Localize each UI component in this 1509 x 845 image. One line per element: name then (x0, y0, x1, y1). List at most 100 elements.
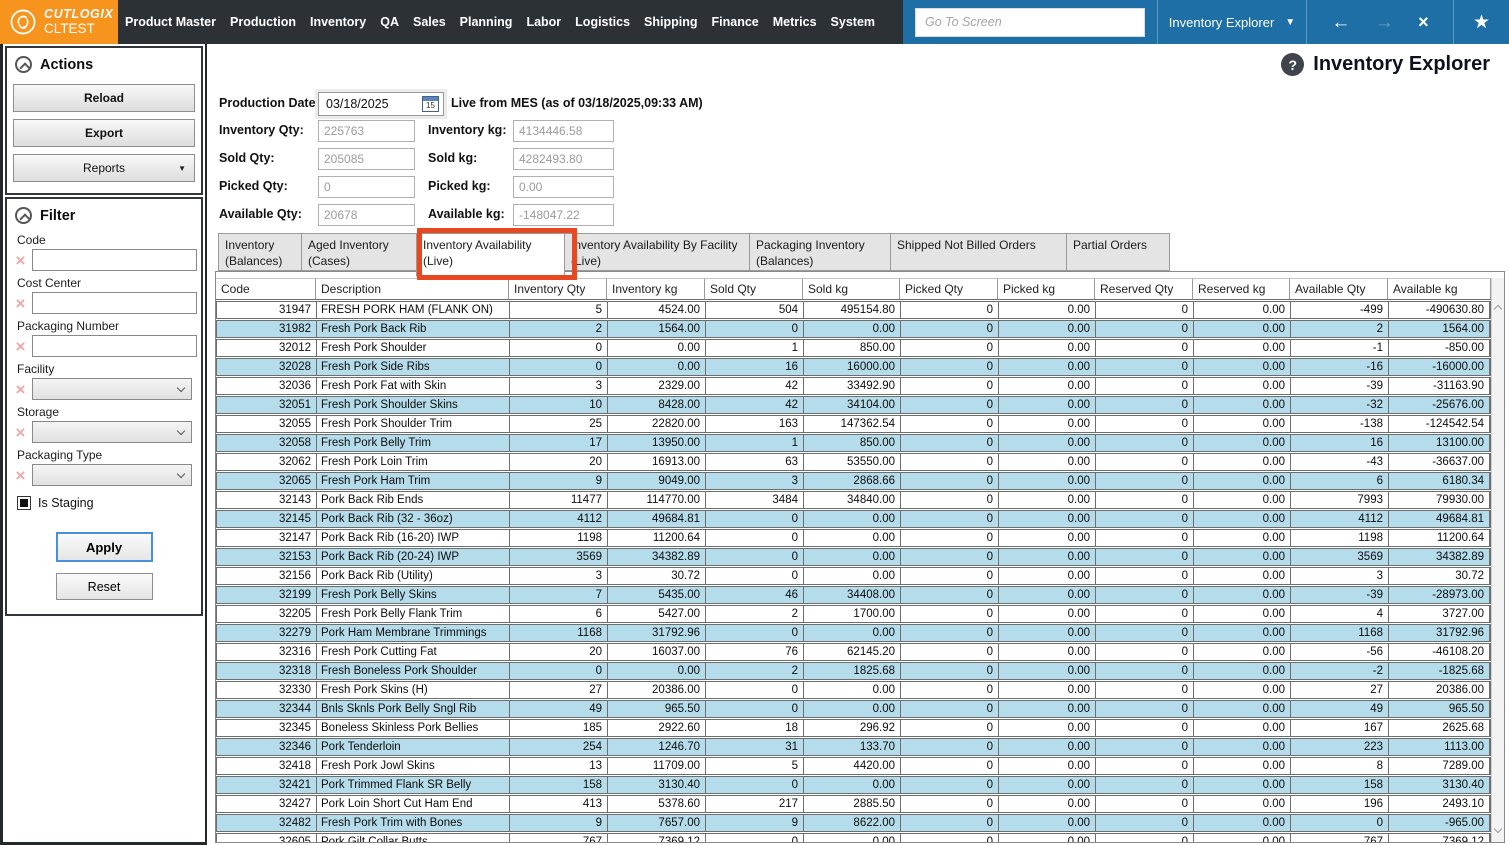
col-header-inventory-qty[interactable]: Inventory Qty (509, 279, 607, 299)
tab-partial-orders[interactable]: Partial Orders (1066, 233, 1170, 271)
table-row[interactable]: 32279Pork Ham Membrane Trimmings11683179… (216, 624, 1491, 642)
table-row[interactable]: 32156Pork Back Rib (Utility)330.7200.000… (216, 567, 1491, 585)
menu-item-planning[interactable]: Planning (453, 15, 520, 29)
col-header-description[interactable]: Description (316, 279, 509, 299)
table-row[interactable]: 32318Fresh Boneless Pork Shoulder00.0021… (216, 662, 1491, 680)
table-row[interactable]: 32012Fresh Pork Shoulder00.001850.0000.0… (216, 339, 1491, 357)
favorite-icon[interactable]: ★ (1454, 0, 1509, 44)
close-screen-icon[interactable]: × (1418, 13, 1429, 31)
table-row[interactable]: 32199Fresh Pork Belly Skins75435.0046344… (216, 586, 1491, 604)
production-date-label: Production Date: (219, 96, 320, 110)
col-header-picked-kg[interactable]: Picked kg (998, 279, 1095, 299)
facility-select[interactable] (32, 378, 192, 400)
calendar-icon[interactable]: 15 (422, 96, 439, 112)
table-row[interactable]: 31982Fresh Pork Back Rib21564.0000.0000.… (216, 320, 1491, 338)
nav-back-icon[interactable]: ← (1331, 13, 1350, 32)
col-header-reserved-qty[interactable]: Reserved Qty (1095, 279, 1193, 299)
tab-inventory-availability-by-facility-live[interactable]: Inventory Availability By Facility (Live… (564, 233, 750, 271)
code-input[interactable] (32, 249, 197, 271)
clear-packaging-type-icon[interactable]: × (12, 467, 29, 484)
is-staging-checkbox[interactable] (17, 496, 31, 510)
col-header-picked-qty[interactable]: Picked Qty (900, 279, 998, 299)
table-row[interactable]: 32147Pork Back Rib (16-20) IWP119811200.… (216, 529, 1491, 547)
table-row[interactable]: 32062Fresh Pork Loin Trim2016913.0063535… (216, 453, 1491, 471)
table-row[interactable]: 32316Fresh Pork Cutting Fat2016037.00766… (216, 643, 1491, 661)
menu-item-inventory[interactable]: Inventory (303, 15, 373, 29)
menu-item-production[interactable]: Production (223, 15, 303, 29)
scroll-up-icon[interactable] (1494, 305, 1502, 313)
table-row[interactable]: 32330Fresh Pork Skins (H)2720386.0000.00… (216, 681, 1491, 699)
table-row[interactable]: 31947FRESH PORK HAM (FLANK ON)54524.0050… (216, 301, 1491, 319)
tab-packaging-inventory-balances[interactable]: Packaging Inventory (Balances) (749, 233, 891, 271)
menu-item-finance[interactable]: Finance (705, 15, 766, 29)
col-header-available-kg[interactable]: Available kg (1388, 279, 1491, 299)
collapse-chevron-icon[interactable] (15, 56, 32, 73)
reset-button[interactable]: Reset (56, 573, 153, 600)
table-row[interactable]: 32418Fresh Pork Jowl Skins1311709.005442… (216, 757, 1491, 775)
col-header-code[interactable]: Code (216, 279, 316, 299)
tab-inventory-balances[interactable]: Inventory (Balances) (218, 233, 302, 271)
cost-center-input[interactable] (32, 292, 197, 314)
tab-aged-inventory-cases[interactable]: Aged Inventory (Cases) (301, 233, 417, 271)
tab-shipped-not-billed-orders[interactable]: Shipped Not Billed Orders (890, 233, 1067, 271)
table-row[interactable]: 32143Pork Back Rib Ends11477114770.00348… (216, 491, 1491, 509)
tab-inventory-availability-live[interactable]: Inventory Availability (Live) (416, 233, 565, 277)
clear-packaging-number-icon[interactable]: × (12, 338, 29, 355)
table-row[interactable]: 32427Pork Loin Short Cut Ham End4135378.… (216, 795, 1491, 813)
filter-panel-header[interactable]: Filter (7, 199, 201, 228)
collapse-chevron-icon[interactable] (15, 207, 32, 224)
menu-item-shipping[interactable]: Shipping (637, 15, 704, 29)
menu-item-labor[interactable]: Labor (519, 15, 568, 29)
menu-item-logistics[interactable]: Logistics (568, 15, 637, 29)
menu-item-metrics[interactable]: Metrics (766, 15, 824, 29)
goto-screen-input[interactable] (915, 8, 1145, 37)
table-row[interactable]: 32065Fresh Pork Ham Trim99049.0032868.66… (216, 472, 1491, 490)
table-row[interactable]: 32605Pork Gilt Collar Butts7677369.1200.… (216, 833, 1491, 842)
table-row[interactable]: 32058Fresh Pork Belly Trim1713950.001850… (216, 434, 1491, 452)
scroll-down-icon[interactable] (1494, 825, 1502, 833)
production-date-input[interactable]: 03/18/2025 15 (318, 92, 444, 116)
table-row[interactable]: 32051Fresh Pork Shoulder Skins108428.004… (216, 396, 1491, 414)
export-button[interactable]: Export (13, 119, 195, 147)
col-header-sold-qty[interactable]: Sold Qty (705, 279, 803, 299)
table-row[interactable]: 32421Pork Trimmed Flank SR Belly1583130.… (216, 776, 1491, 794)
clear-cost-center-icon[interactable]: × (12, 295, 29, 312)
clear-storage-icon[interactable]: × (12, 424, 29, 441)
menu-item-product-master[interactable]: Product Master (118, 15, 223, 29)
col-header-sold-kg[interactable]: Sold kg (803, 279, 900, 299)
apply-button[interactable]: Apply (56, 532, 153, 562)
table-row[interactable]: 32345Boneless Skinless Pork Bellies18529… (216, 719, 1491, 737)
table-row[interactable]: 32153Pork Back Rib (20-24) IWP356934382.… (216, 548, 1491, 566)
table-row[interactable]: 32482Fresh Pork Trim with Bones97657.009… (216, 814, 1491, 832)
clear-code-icon[interactable]: × (12, 252, 29, 269)
reload-button[interactable]: Reload (13, 84, 195, 112)
live-from-mes-note: Live from MES (as of 03/18/2025,09:33 AM… (451, 96, 703, 110)
table-row[interactable]: 32028Fresh Pork Side Ribs00.001616000.00… (216, 358, 1491, 376)
table-row[interactable]: 32205Fresh Pork Belly Flank Trim65427.00… (216, 605, 1491, 623)
menu-item-system[interactable]: System (824, 15, 882, 29)
clear-facility-icon[interactable]: × (12, 381, 29, 398)
col-header-inventory-kg[interactable]: Inventory kg (607, 279, 705, 299)
reports-dropdown-button[interactable]: Reports▼ (13, 154, 195, 182)
nav-forward-icon[interactable]: → (1375, 13, 1394, 32)
storage-select[interactable] (32, 421, 192, 443)
col-header-available-qty[interactable]: Available Qty (1290, 279, 1388, 299)
packaging-type-select[interactable] (32, 464, 192, 486)
table-row[interactable]: 32344Bnls Sknls Pork Belly Sngl Rib49965… (216, 700, 1491, 718)
screen-nav-controls: ← → × (1307, 0, 1453, 44)
vertical-scrollbar[interactable] (1491, 278, 1504, 842)
table-row[interactable]: 32346Pork Tenderloin2541246.7031133.7000… (216, 738, 1491, 756)
menu-item-sales[interactable]: Sales (406, 15, 453, 29)
col-header-reserved-kg[interactable]: Reserved kg (1193, 279, 1290, 299)
available-qty-value: 20678 (318, 204, 415, 226)
packaging-number-input[interactable] (32, 335, 197, 357)
help-icon[interactable]: ? (1281, 53, 1304, 76)
available-kg-label: Available kg: (428, 207, 505, 221)
actions-panel: Actions Reload Export Reports▼ (5, 46, 203, 195)
menu-item-qa[interactable]: QA (373, 15, 406, 29)
actions-panel-header[interactable]: Actions (7, 48, 201, 77)
screen-selector-dropdown[interactable]: Inventory Explorer ▼ (1158, 0, 1306, 44)
table-row[interactable]: 32036Fresh Pork Fat with Skin32329.00423… (216, 377, 1491, 395)
table-row[interactable]: 32145Pork Back Rib (32 - 36oz)411249684.… (216, 510, 1491, 528)
table-row[interactable]: 32055Fresh Pork Shoulder Trim2522820.001… (216, 415, 1491, 433)
